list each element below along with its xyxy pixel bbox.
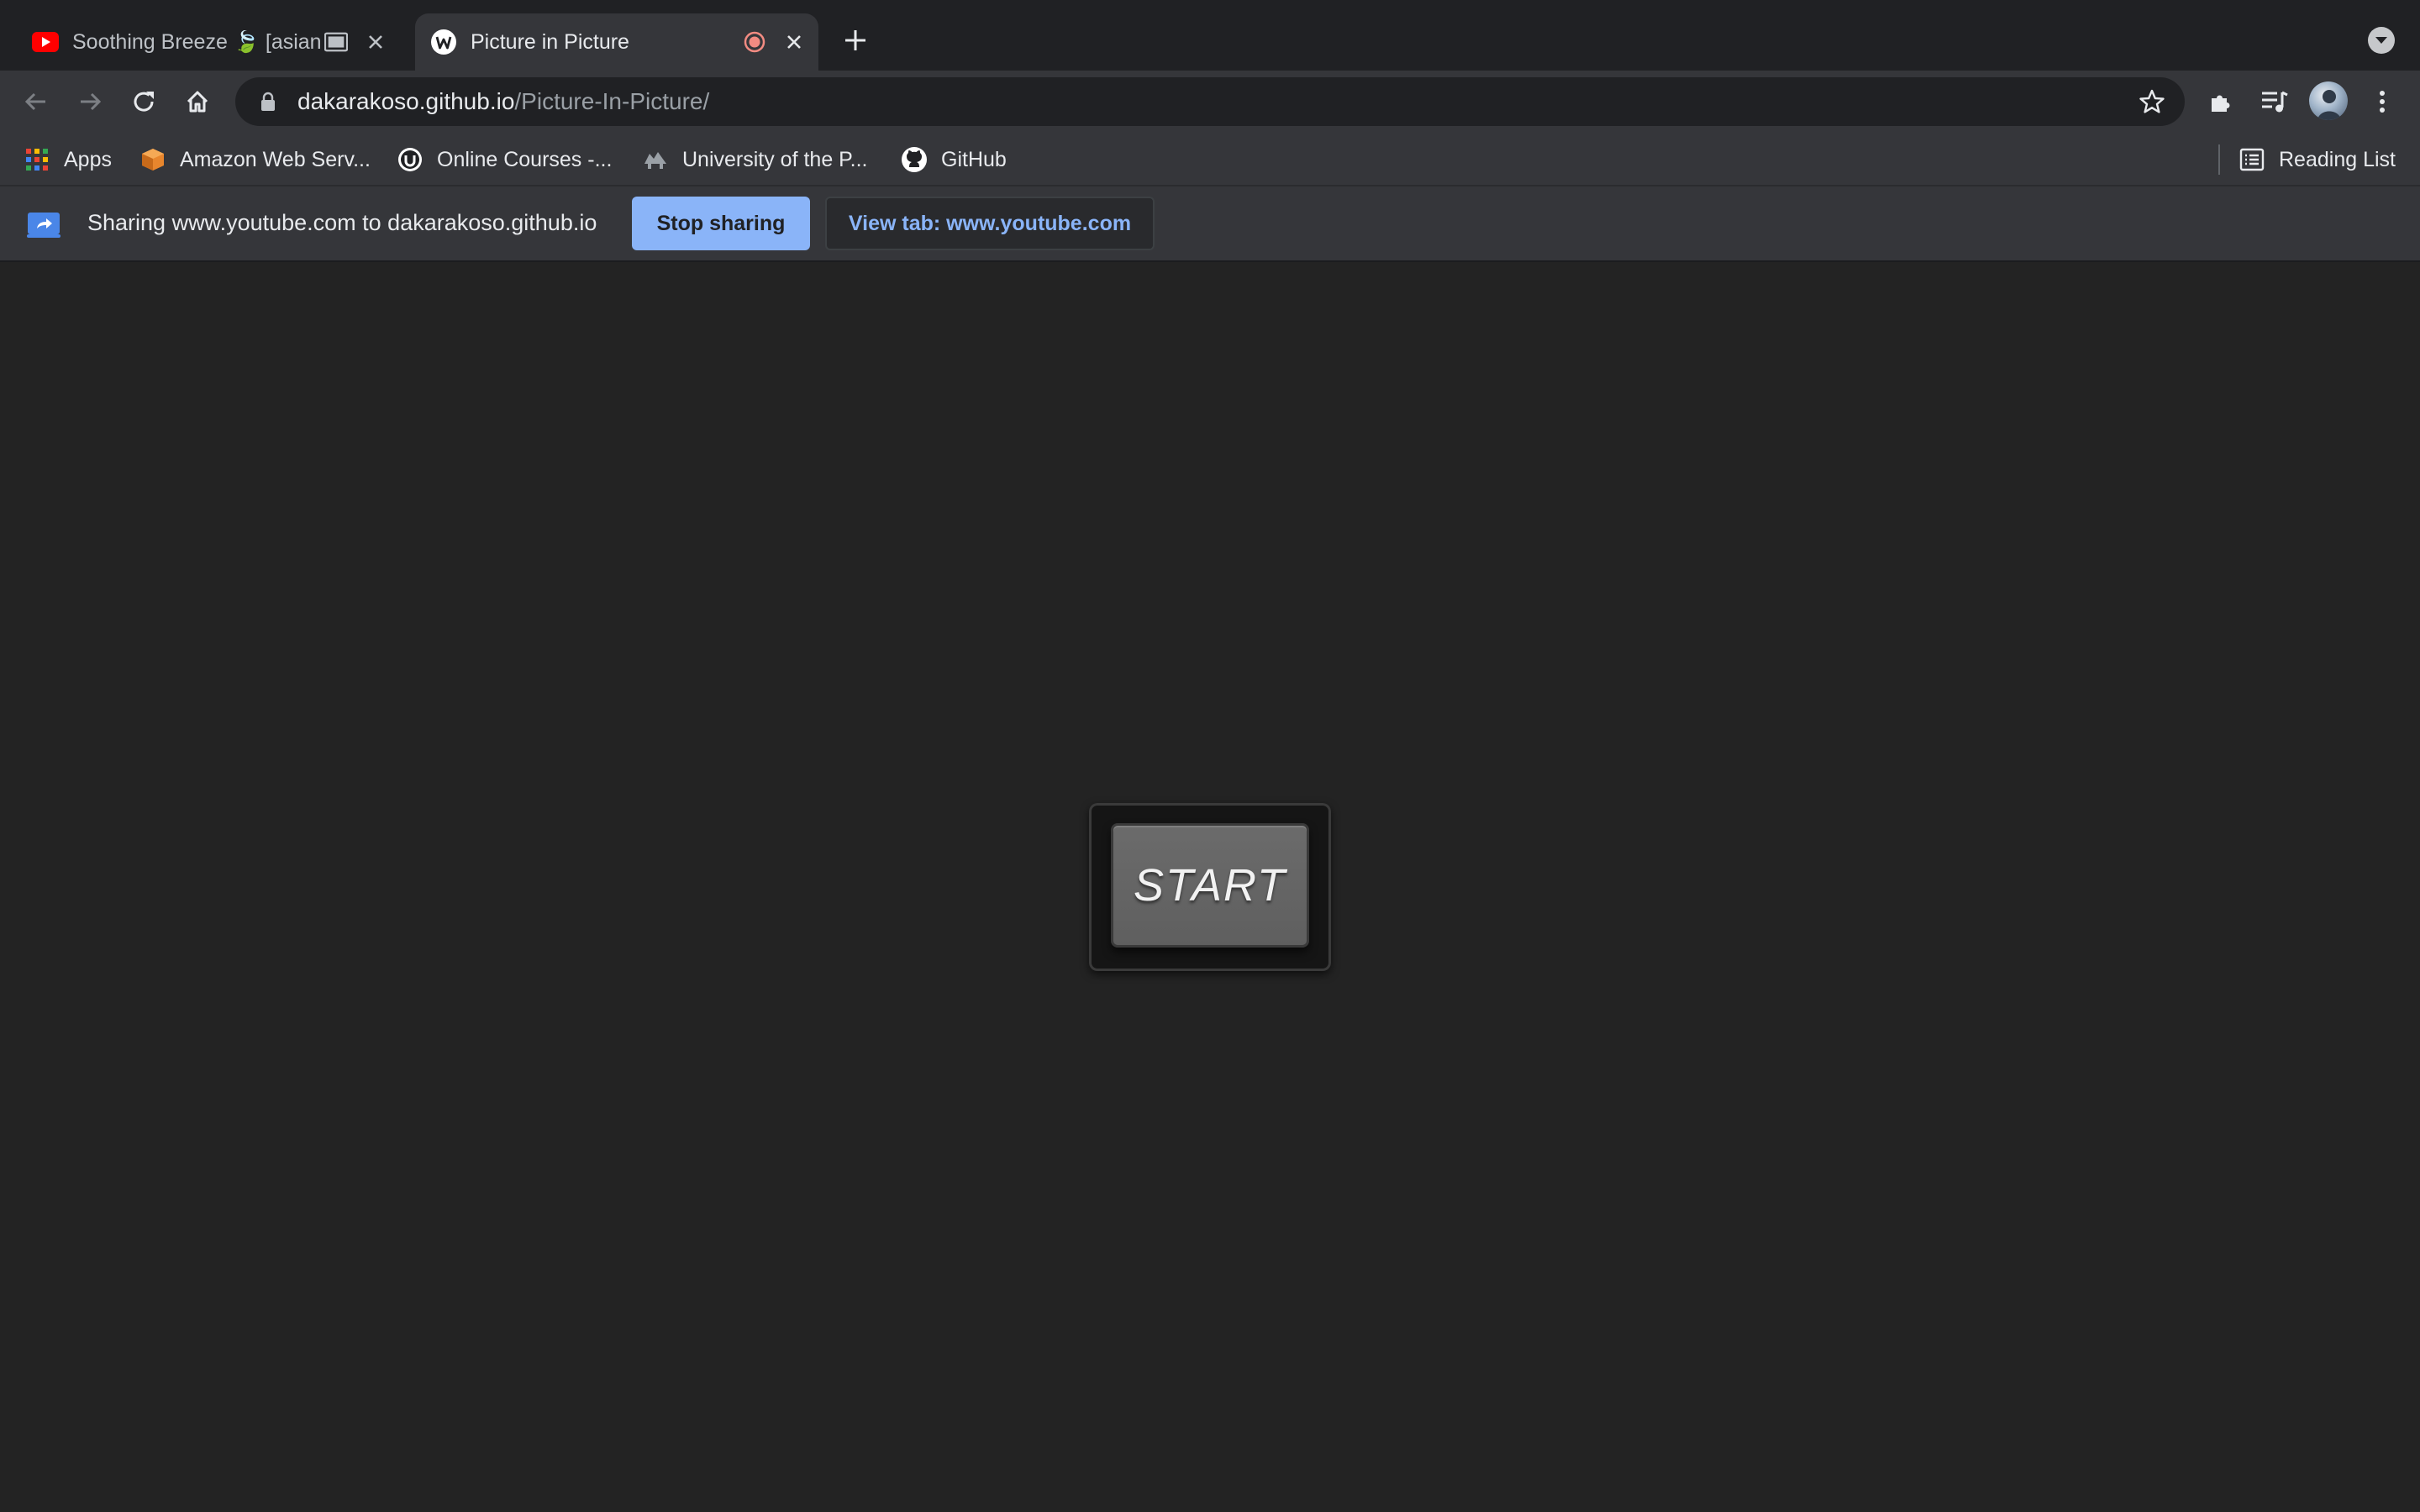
- view-tab-button[interactable]: View tab: www.youtube.com: [825, 197, 1155, 250]
- bookmark-online-courses[interactable]: Online Courses -...: [397, 143, 612, 176]
- url-host: dakarakoso.github.io: [297, 88, 515, 114]
- bookmark-university[interactable]: University of the P...: [642, 143, 867, 176]
- bookmark-github[interactable]: GitHub: [901, 143, 1007, 176]
- sharing-message: Sharing www.youtube.com to dakarakoso.gi…: [87, 210, 597, 235]
- new-tab-button[interactable]: [839, 24, 872, 57]
- tab-title: Soothing Breeze 🍃 [asian: [72, 29, 322, 54]
- bookmark-label: Online Courses -...: [437, 147, 613, 171]
- lock-icon[interactable]: [259, 91, 277, 113]
- bookmark-label: University of the P...: [682, 147, 868, 171]
- bookmark-label: GitHub: [941, 147, 1007, 171]
- bookmarks-bar: Apps Amazon Web Serv... Online Courses -…: [0, 133, 2420, 186]
- home-button[interactable]: [178, 82, 217, 121]
- bookmark-star-icon[interactable]: [2136, 86, 2168, 118]
- screen-sharing-infobar: Sharing www.youtube.com to dakarakoso.gi…: [0, 186, 2420, 262]
- apps-grid-icon: [24, 146, 50, 173]
- bookmark-label: Amazon Web Serv...: [180, 147, 371, 171]
- youtube-icon: [32, 29, 59, 55]
- page-content: START: [0, 262, 2420, 1512]
- tab-search-button[interactable]: [2368, 27, 2395, 54]
- bookmark-label: Apps: [64, 147, 112, 171]
- recording-indicator-icon: [743, 30, 766, 54]
- more-menu-icon[interactable]: [2363, 82, 2402, 121]
- screen-share-icon: [27, 213, 60, 238]
- profile-avatar[interactable]: [2309, 81, 2348, 120]
- pip-indicator-icon: [324, 30, 348, 54]
- start-button-frame: START: [1089, 803, 1331, 971]
- tab-title: Picture in Picture: [471, 29, 629, 54]
- reading-list-button[interactable]: Reading List: [2238, 143, 2396, 176]
- tab-strip: Soothing Breeze 🍃 [asian Picture in Pict…: [0, 0, 2420, 71]
- bookmark-aws[interactable]: Amazon Web Serv...: [139, 143, 371, 176]
- address-bar[interactable]: dakarakoso.github.io/Picture-In-Picture/: [235, 77, 2185, 126]
- extensions-puzzle-icon[interactable]: [2202, 82, 2240, 121]
- reading-list-icon: [2238, 146, 2265, 173]
- university-icon: [642, 146, 669, 173]
- toolbar: dakarakoso.github.io/Picture-In-Picture/: [0, 71, 2420, 133]
- media-control-icon[interactable]: [2255, 82, 2294, 121]
- url-path: /Picture-In-Picture/: [514, 88, 710, 114]
- github-icon: [901, 146, 928, 173]
- tab-youtube[interactable]: Soothing Breeze 🍃 [asian: [17, 13, 412, 71]
- reload-button[interactable]: [124, 82, 163, 121]
- start-button[interactable]: START: [1111, 823, 1309, 948]
- w-logo-icon: [430, 29, 457, 55]
- stop-sharing-button[interactable]: Stop sharing: [632, 197, 810, 250]
- bookmarks-divider: [2218, 144, 2220, 175]
- bookmark-apps[interactable]: Apps: [24, 143, 112, 176]
- reading-list-label: Reading List: [2279, 147, 2396, 171]
- back-button[interactable]: [17, 82, 55, 121]
- forward-button[interactable]: [71, 82, 109, 121]
- close-icon[interactable]: [781, 29, 807, 55]
- aws-box-icon: [139, 146, 166, 173]
- browser-window: Soothing Breeze 🍃 [asian Picture in Pict…: [0, 0, 2420, 1512]
- udemy-icon: [397, 146, 424, 173]
- close-icon[interactable]: [363, 29, 388, 55]
- tab-picture-in-picture[interactable]: Picture in Picture: [415, 13, 818, 71]
